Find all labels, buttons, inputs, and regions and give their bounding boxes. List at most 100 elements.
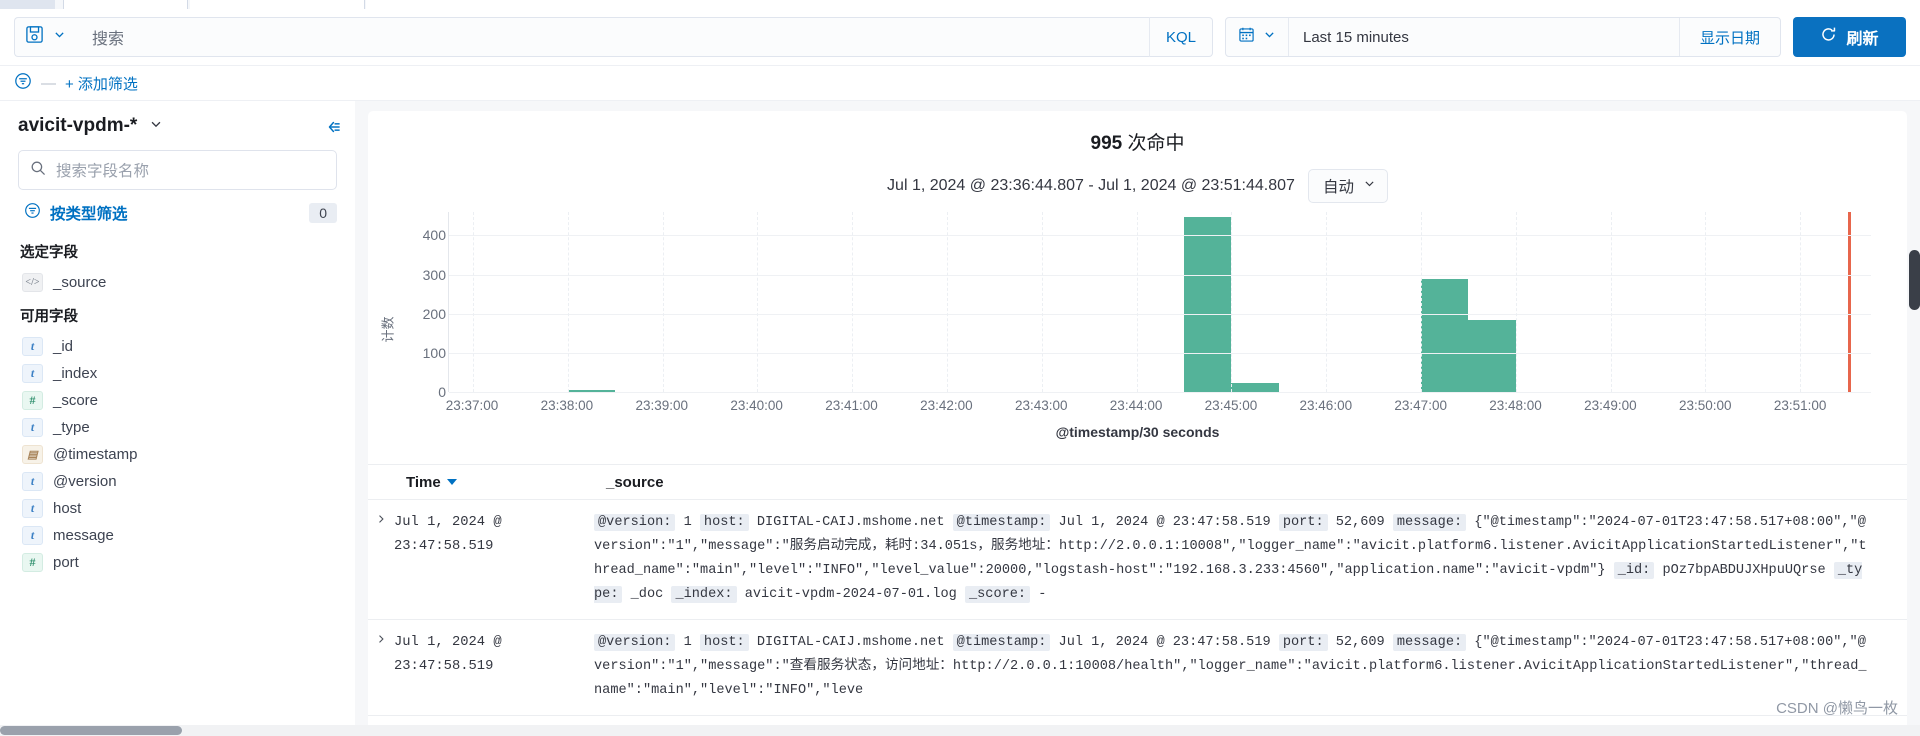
index-pattern-selector[interactable]: avicit-vpdm-* xyxy=(18,115,337,137)
chart-time-range: Jul 1, 2024 @ 23:36:44.807 - Jul 1, 2024… xyxy=(887,177,1295,194)
field-label-chip: _score: xyxy=(964,586,1031,603)
histogram-bar[interactable] xyxy=(1468,319,1516,392)
histogram-chart[interactable]: 计数 0 100 200 300 400 23:37:00 23:38:00 23:39:0… xyxy=(368,212,1907,462)
query-bar: 搜索 KQL Last 15 minutes 显示日期 刷新 xyxy=(0,9,1920,66)
field-name: _source xyxy=(53,274,107,291)
field-value: 1 xyxy=(675,635,700,650)
horizontal-scrollbar[interactable] xyxy=(0,725,1920,736)
histogram-bar[interactable] xyxy=(1184,217,1232,392)
date-type-icon: ▤ xyxy=(22,445,43,464)
str-type-icon: t xyxy=(22,526,43,545)
filter-icon xyxy=(24,202,41,224)
field-row-host[interactable]: t host xyxy=(18,495,337,522)
column-header-time[interactable]: Time xyxy=(406,474,606,491)
field-name: message xyxy=(53,527,114,544)
expand-row-icon[interactable] xyxy=(368,511,394,607)
filter-icon[interactable] xyxy=(14,72,32,95)
watermark: CSDN @懒鸟一枚 xyxy=(1776,700,1898,717)
filter-by-type-count: 0 xyxy=(309,203,337,223)
x-tick: 23:47:00 xyxy=(1394,398,1447,413)
vertical-gridline xyxy=(1136,212,1138,392)
save-icon xyxy=(25,25,44,49)
field-row-source[interactable]: </> _source xyxy=(18,269,337,296)
x-tick: 23:40:00 xyxy=(730,398,783,413)
vertical-gridline xyxy=(947,212,948,392)
y-tick: 400 xyxy=(422,227,446,244)
str-type-icon: t xyxy=(22,472,43,491)
field-value: pOz7bpABDUJXHpuUQrse xyxy=(1654,563,1834,578)
search-input[interactable]: 搜索 xyxy=(78,17,1149,57)
add-filter-button[interactable]: + 添加筛选 xyxy=(65,73,138,94)
discover-main: 995 次命中 Jul 1, 2024 @ 23:36:44.807 - Jul… xyxy=(355,101,1920,736)
field-name: @version xyxy=(53,473,117,490)
field-value: 52,609 xyxy=(1327,515,1393,530)
histogram-bar[interactable] xyxy=(1421,278,1469,392)
filter-separator: — xyxy=(41,74,56,92)
time-range-display[interactable]: Last 15 minutes xyxy=(1289,18,1679,56)
field-value: Jul 1, 2024 @ 23:47:58.519 xyxy=(1050,635,1279,650)
chrome-tab-b xyxy=(63,0,188,9)
field-value: _doc xyxy=(622,587,672,602)
row-source: @version: 1 host: DIGITAL-CAIJ.mshome.ne… xyxy=(594,631,1907,703)
vertical-scrollbar[interactable] xyxy=(1909,250,1920,310)
x-tick: 23:48:00 xyxy=(1489,398,1542,413)
table-row[interactable]: Jul 1, 2024 @ 23:47:58.519 @version: 1 ho… xyxy=(368,500,1907,620)
field-row-type[interactable]: t _type xyxy=(18,414,337,441)
filter-by-type-label: 按类型筛选 xyxy=(50,206,128,223)
num-type-icon: # xyxy=(22,553,43,572)
field-row-timestamp[interactable]: ▤ @timestamp xyxy=(18,441,337,468)
chevron-down-icon xyxy=(1263,28,1276,46)
saved-query-button[interactable] xyxy=(14,17,78,57)
field-sidebar: avicit-vpdm-* 搜索字段名称 按类型筛选 0 选定字段 </> _s… xyxy=(0,101,355,736)
chart-plot-area[interactable] xyxy=(448,212,1871,393)
date-quick-select-button[interactable] xyxy=(1226,18,1289,56)
field-row-id[interactable]: t _id xyxy=(18,333,337,360)
field-name: _score xyxy=(53,392,99,409)
row-source: @version: 1 host: DIGITAL-CAIJ.mshome.ne… xyxy=(594,511,1907,607)
histogram-bar[interactable] xyxy=(1231,383,1279,392)
sort-descending-icon[interactable] xyxy=(446,479,457,485)
chevron-down-icon xyxy=(53,28,66,46)
vertical-gridline xyxy=(1515,212,1517,392)
field-label-chip: @timestamp: xyxy=(952,634,1051,651)
field-row-index[interactable]: t _index xyxy=(18,360,337,387)
field-label-chip: message: xyxy=(1392,634,1467,651)
x-tick: 23:37:00 xyxy=(445,398,499,413)
field-name: @timestamp xyxy=(53,446,138,463)
field-row-port[interactable]: # port xyxy=(18,549,337,576)
histogram-bar[interactable] xyxy=(1847,212,1851,392)
str-type-icon: t xyxy=(22,364,43,383)
y-axis-ticks: 0 100 200 300 400 xyxy=(390,212,446,400)
refresh-label: 刷新 xyxy=(1846,31,1879,48)
field-label-chip: port: xyxy=(1278,634,1328,651)
collapse-sidebar-button[interactable] xyxy=(325,118,343,141)
field-name: _id xyxy=(53,338,74,355)
hits-count-label: 995 次命中 xyxy=(368,128,1907,155)
column-header-source[interactable]: _source xyxy=(606,474,664,491)
vertical-gridline xyxy=(1326,212,1328,392)
search-icon xyxy=(30,160,46,181)
field-row-score[interactable]: # _score xyxy=(18,387,337,414)
field-row-version[interactable]: t @version xyxy=(18,468,337,495)
refresh-button[interactable]: 刷新 xyxy=(1793,17,1906,57)
filter-by-type-button[interactable]: 按类型筛选 0 xyxy=(18,194,337,232)
field-label-chip: port: xyxy=(1278,514,1328,531)
vertical-gridline xyxy=(567,212,569,392)
x-tick: 23:45:00 xyxy=(1204,398,1258,413)
field-label-chip: @timestamp: xyxy=(952,514,1051,531)
kql-language-button[interactable]: KQL xyxy=(1148,17,1213,57)
src-type-icon: </> xyxy=(22,273,43,292)
field-label-chip: @version: xyxy=(594,634,676,651)
table-row[interactable]: Jul 1, 2024 @ 23:47:58.519 @version: 1 ho… xyxy=(368,620,1907,716)
vertical-gridline xyxy=(1041,212,1043,392)
interval-selector[interactable]: 自动 xyxy=(1307,169,1388,203)
x-axis-label: @timestamp/30 seconds xyxy=(1055,424,1220,440)
field-search-input[interactable]: 搜索字段名称 xyxy=(18,150,337,190)
field-label-chip: _index: xyxy=(671,586,737,603)
chrome-tab-rest xyxy=(366,0,1920,9)
available-fields-title: 可用字段 xyxy=(20,309,78,325)
field-row-message[interactable]: t message xyxy=(18,522,337,549)
expand-row-icon[interactable] xyxy=(368,631,394,703)
x-tick: 23:38:00 xyxy=(540,398,594,413)
show-dates-button[interactable]: 显示日期 xyxy=(1678,18,1780,56)
